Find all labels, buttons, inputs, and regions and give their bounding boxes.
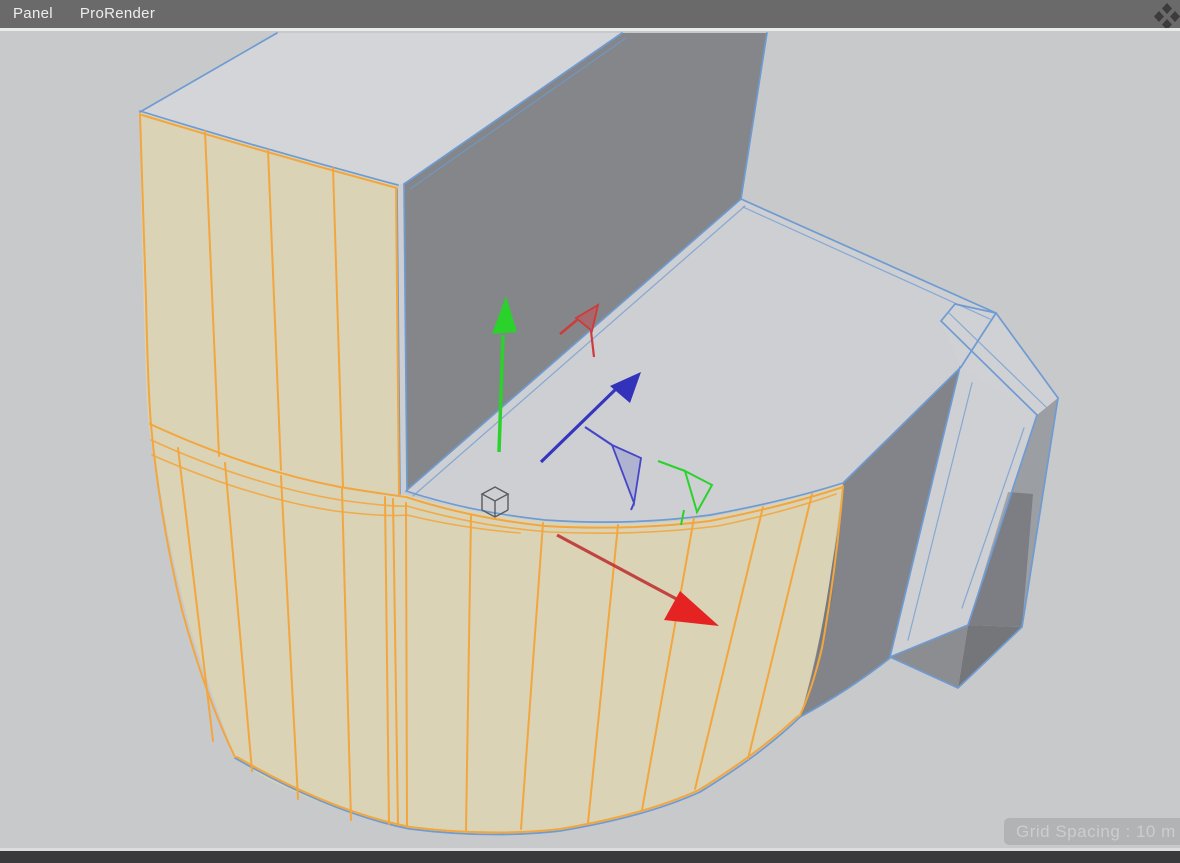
diamond-left [1154, 11, 1164, 22]
menu-bar: Panel ProRender [0, 0, 1180, 29]
menu-item-panel[interactable]: Panel [13, 0, 53, 28]
bottom-bar [0, 851, 1180, 863]
grid-spacing-label: Grid Spacing : 10 m [1016, 822, 1176, 841]
viewport-canvas[interactable] [0, 31, 1180, 848]
diamond-top [1162, 3, 1172, 14]
grid-spacing-badge: Grid Spacing : 10 m [1004, 818, 1180, 845]
application-window: Panel ProRender Grid Spacing: 10 m [0, 0, 1180, 863]
diamond-right [1170, 11, 1180, 22]
model-mug[interactable] [139, 32, 1059, 836]
menu-item-prorender[interactable]: ProRender [80, 0, 155, 28]
viewport-3d[interactable] [0, 31, 1180, 848]
viewport-layout-toggle-icon[interactable] [1151, 1, 1180, 29]
